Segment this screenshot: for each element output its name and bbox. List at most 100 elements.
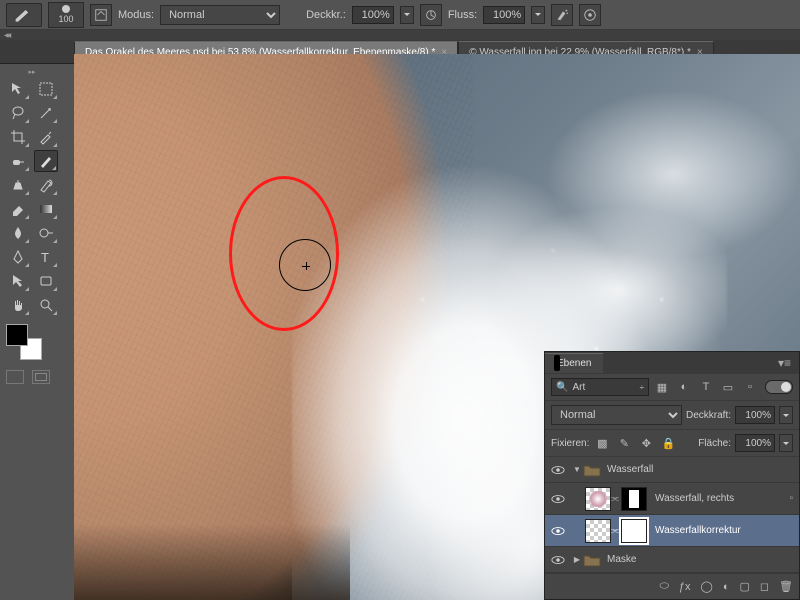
panel-menu-icon[interactable]: ▾≡	[770, 359, 799, 367]
options-bar: 100 Modus: Normal Deckkr.: 100% Fluss: 1…	[0, 0, 800, 30]
panel-footer: ⬭ ƒx ◯ ◐ ▢ ◻ 🗑	[545, 573, 799, 599]
shape-tool[interactable]	[34, 270, 58, 292]
panel-tabs: Ebenen ▾≡	[545, 352, 799, 374]
new-group-icon[interactable]: ▢	[739, 580, 749, 593]
layer-group[interactable]: ▼ Wasserfall	[545, 457, 799, 483]
visibility-icon[interactable]	[545, 465, 571, 475]
blend-mode-select[interactable]: Normal	[160, 5, 280, 25]
layer-style-icon[interactable]: ƒx	[679, 581, 691, 593]
magic-wand-tool[interactable]	[34, 102, 58, 124]
expand-icon[interactable]: ▶	[571, 555, 583, 564]
link-icon: ⫘	[611, 493, 621, 504]
visibility-icon[interactable]	[545, 526, 571, 536]
healing-brush-tool[interactable]	[6, 150, 30, 172]
layer-thumb[interactable]	[585, 519, 611, 543]
layer-opacity-value[interactable]: 100%	[735, 406, 775, 424]
search-icon: 🔍	[556, 382, 568, 393]
history-brush-tool[interactable]	[34, 174, 58, 196]
fill-dropdown[interactable]	[779, 434, 793, 452]
brush-tool[interactable]	[34, 150, 58, 172]
pressure-opacity-icon[interactable]	[420, 4, 442, 26]
current-tool-indicator[interactable]	[6, 3, 42, 27]
layer-thumb[interactable]	[585, 487, 611, 511]
blend-mode-label: Modus:	[118, 9, 154, 21]
opacity-dropdown-icon[interactable]	[400, 6, 414, 24]
new-layer-icon[interactable]: ◻	[760, 580, 769, 593]
delete-layer-icon[interactable]: 🗑	[779, 580, 793, 593]
crop-tool[interactable]	[6, 126, 30, 148]
filter-badge-icon[interactable]: ▫	[789, 493, 793, 504]
airbrush-icon[interactable]	[551, 4, 573, 26]
pen-tool[interactable]	[6, 246, 30, 268]
dodge-tool[interactable]	[34, 222, 58, 244]
folder-icon	[583, 553, 601, 567]
opacity-label: Deckkr.:	[306, 9, 346, 21]
layer-filter-row: 🔍Art ÷ ▦ ◐ T ▭ ▫	[545, 374, 799, 401]
hair-region	[74, 524, 350, 600]
eyedropper-tool[interactable]	[34, 126, 58, 148]
layer-list: ▼ Wasserfall ⫘ Wasserfall, rechts ▫ ⫘ Wa…	[545, 457, 799, 573]
visibility-icon[interactable]	[545, 494, 571, 504]
eraser-tool[interactable]	[6, 198, 30, 220]
filter-type-select[interactable]: 🔍Art ÷	[551, 378, 649, 396]
hand-tool[interactable]	[6, 294, 30, 316]
foreground-swatch[interactable]	[6, 324, 28, 346]
layers-panel: Ebenen ▾≡ 🔍Art ÷ ▦ ◐ T ▭ ▫ Normal Deckkr…	[544, 351, 800, 600]
lock-position-icon[interactable]: ✥	[637, 434, 655, 452]
layer-opacity-label: Deckkraft:	[686, 410, 731, 421]
layer-name: Wasserfall, rechts	[655, 493, 734, 504]
group-name: Maske	[607, 554, 636, 565]
adjustment-layer-icon[interactable]: ◐	[723, 581, 730, 593]
visibility-icon[interactable]	[545, 555, 571, 565]
layer-item-selected[interactable]: ⫘ Wasserfallkorrektur	[545, 515, 799, 547]
gradient-tool[interactable]	[34, 198, 58, 220]
filter-shape-icon[interactable]: ▭	[719, 378, 737, 396]
marquee-tool[interactable]	[34, 78, 58, 100]
lasso-tool[interactable]	[6, 102, 30, 124]
type-tool[interactable]: T	[34, 246, 58, 268]
fill-label: Fläche:	[698, 438, 731, 449]
link-icon: ⫘	[611, 525, 621, 536]
brush-cursor	[279, 239, 331, 291]
lock-pixels-icon[interactable]: ✎	[615, 434, 633, 452]
screenmode-icon[interactable]	[32, 370, 50, 384]
color-swatches[interactable]	[6, 324, 42, 360]
flow-label: Fluss:	[448, 9, 477, 21]
filter-toggle[interactable]	[765, 380, 793, 394]
brush-preset-picker[interactable]: 100	[48, 2, 84, 28]
blur-tool[interactable]	[6, 222, 30, 244]
layer-blend-select[interactable]: Normal	[551, 405, 682, 425]
brush-dot-icon	[62, 5, 70, 13]
fill-value[interactable]: 100%	[735, 434, 775, 452]
flow-dropdown-icon[interactable]	[531, 6, 545, 24]
filter-smart-icon[interactable]: ▫	[741, 378, 759, 396]
group-name: Wasserfall	[607, 464, 653, 475]
mask-thumb[interactable]	[621, 519, 647, 543]
layer-item[interactable]: ⫘ Wasserfall, rechts ▫	[545, 483, 799, 515]
path-select-tool[interactable]	[6, 270, 30, 292]
svg-text:T: T	[41, 250, 49, 265]
lock-fill-row: Fixieren: ▩ ✎ ✥ 🔒 Fläche: 100%	[545, 430, 799, 457]
link-layers-icon[interactable]: ⬭	[659, 580, 668, 593]
flow-value[interactable]: 100%	[483, 6, 525, 24]
quickmask-icon[interactable]	[6, 370, 24, 384]
pressure-size-icon[interactable]	[579, 4, 601, 26]
zoom-tool[interactable]	[34, 294, 58, 316]
brush-size-value: 100	[58, 14, 73, 24]
filter-pixel-icon[interactable]: ▦	[653, 378, 671, 396]
layer-opacity-dropdown[interactable]	[779, 406, 793, 424]
filter-adjust-icon[interactable]: ◐	[675, 378, 693, 396]
move-tool[interactable]	[6, 78, 30, 100]
toolbox-collapse-icon[interactable]: ▸▸	[6, 68, 58, 76]
clone-stamp-tool[interactable]	[6, 174, 30, 196]
layer-mask-icon[interactable]: ◯	[701, 580, 713, 593]
lock-transparency-icon[interactable]: ▩	[593, 434, 611, 452]
expand-icon[interactable]: ▼	[571, 465, 583, 474]
lock-all-icon[interactable]: 🔒	[659, 434, 677, 452]
panel-expander[interactable]	[0, 30, 800, 40]
mask-thumb[interactable]	[621, 487, 647, 511]
filter-type-icon[interactable]: T	[697, 378, 715, 396]
layer-group[interactable]: ▶ Maske	[545, 547, 799, 573]
brush-panel-toggle-icon[interactable]	[90, 4, 112, 26]
opacity-value[interactable]: 100%	[352, 6, 394, 24]
